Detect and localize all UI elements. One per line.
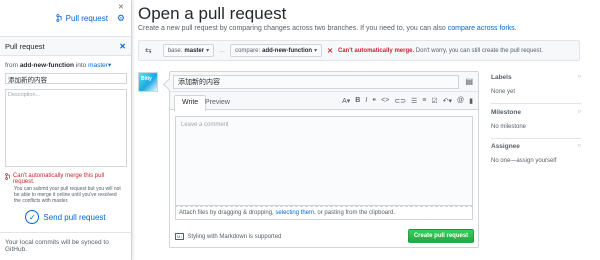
into-label: into xyxy=(75,62,87,69)
page-title: Open a pull request xyxy=(138,4,287,23)
from-label: from xyxy=(5,62,18,69)
compare-label: compare: xyxy=(235,47,261,54)
bold-icon[interactable]: B xyxy=(355,97,360,105)
swap-icon[interactable]: ⇆ xyxy=(145,46,152,55)
into-branch-select[interactable]: master xyxy=(88,62,108,69)
avatar: Bitly xyxy=(138,72,158,92)
attach-files-bar[interactable]: Attach files by dragging & dropping, sel… xyxy=(175,206,473,220)
chevron-down-icon: ▾ xyxy=(206,48,210,54)
side-panel-header: Pull request ✕ xyxy=(0,36,131,56)
attach-prefix: Attach files by dragging & dropping, xyxy=(179,210,274,216)
close-icon[interactable]: ✕ xyxy=(119,42,126,51)
gear-icon[interactable]: ⚙ xyxy=(117,13,125,24)
assignee-value[interactable]: No one—assign yourself xyxy=(491,158,581,164)
form-title-input[interactable] xyxy=(173,75,459,89)
milestone-title: Milestone xyxy=(491,109,521,116)
merge-warning-title: Can't automatically merge this pull requ… xyxy=(12,173,105,185)
merge-status: Can't automatically merge. Don't worry, … xyxy=(338,48,543,54)
bookmark-icon[interactable]: ▮ xyxy=(469,97,473,105)
attach-suffix: , or pasting from the clipboard. xyxy=(314,210,396,216)
form-title-bar: ▤ xyxy=(170,72,478,92)
milestone-section[interactable]: Milestone ○ No milestone xyxy=(491,109,581,139)
branch-line: from add-new-function into master▾ xyxy=(0,56,131,71)
markdown-icon: M↓ xyxy=(175,233,185,240)
tab-preview[interactable]: Preview xyxy=(198,96,237,111)
task-list-icon[interactable]: ☑ xyxy=(431,97,437,105)
code-icon[interactable]: <> xyxy=(381,97,389,105)
italic-icon[interactable]: I xyxy=(365,97,367,105)
merge-status-label: Can't automatically merge. xyxy=(338,47,415,54)
pull-request-icon xyxy=(5,173,10,180)
form-footer: M↓ Styling with Markdown is supported Cr… xyxy=(170,227,478,247)
labels-value: None yet xyxy=(491,89,516,95)
compare-bar: ⇆ base: master ▾ … compare: add-new-func… xyxy=(138,40,580,61)
divider xyxy=(491,138,581,139)
main-content: Open a pull request Create a new pull re… xyxy=(138,0,600,260)
avatar-text: Bitly xyxy=(141,76,152,82)
app-root: ✕ Pull request ⚙ Pull request ✕ from add… xyxy=(0,0,600,260)
link-icon[interactable]: ⊂⊃ xyxy=(394,97,406,105)
compare-value: add-new-function xyxy=(262,47,313,54)
merge-warning: Can't automatically merge this pull requ… xyxy=(0,170,131,185)
select-files-link[interactable]: selecting them xyxy=(275,210,314,216)
base-value: master xyxy=(184,47,205,54)
divider xyxy=(491,103,581,104)
sync-note: Your local commits will be synced to Git… xyxy=(0,232,131,259)
compare-forks-link[interactable]: compare across forks. xyxy=(448,25,517,32)
assignee-title: Assignee xyxy=(491,143,520,150)
compare-branch-select[interactable]: compare: add-new-function ▾ xyxy=(230,44,323,57)
reply-icon[interactable]: ↶▾ xyxy=(443,97,452,105)
markdown-note: M↓ Styling with Markdown is supported xyxy=(175,233,281,240)
pr-description-field[interactable]: Description... xyxy=(5,89,127,167)
editor-toolbar: A▾ B I ❝ <> ⊂⊃ ☰ ≡ ☑ ↶▾ @ ▮ xyxy=(342,97,473,105)
side-panel: ✕ Pull request ⚙ Pull request ✕ from add… xyxy=(0,0,132,260)
merge-status-note: Don't worry, you can still create the pu… xyxy=(415,47,543,54)
markdown-note-text[interactable]: Styling with Markdown is supported xyxy=(187,234,281,240)
assignee-section[interactable]: Assignee ○ No one—assign yourself xyxy=(491,143,581,164)
side-panel-title: Pull request xyxy=(5,41,45,51)
labels-section[interactable]: Labels ○ None yet xyxy=(491,74,581,104)
x-icon: ✕ xyxy=(327,47,333,55)
comment-textarea[interactable]: Leave a comment xyxy=(175,116,473,206)
chevron-down-icon[interactable]: ▾ xyxy=(108,62,111,69)
check-icon: ✓ xyxy=(25,210,40,224)
gear-icon[interactable]: ○ xyxy=(577,143,581,150)
send-label: Send pull request xyxy=(43,212,106,222)
labels-title: Labels xyxy=(491,74,512,81)
gear-icon[interactable]: ○ xyxy=(577,109,581,116)
bullet-list-icon[interactable]: ☰ xyxy=(411,97,417,105)
create-pull-request-button[interactable]: Create pull request xyxy=(408,229,474,243)
pull-request-tab[interactable]: Pull request xyxy=(66,14,108,23)
base-branch-select[interactable]: base: master ▾ xyxy=(162,44,215,57)
quote-icon[interactable]: ❝ xyxy=(372,97,376,105)
pr-title-field[interactable] xyxy=(5,73,127,84)
send-pull-request-button[interactable]: ✓ Send pull request xyxy=(0,210,131,224)
side-top-bar: ✕ Pull request ⚙ xyxy=(0,0,131,36)
milestone-value: No milestone xyxy=(491,124,527,130)
editor-tabs: Write Preview A▾ B I ❝ <> ⊂⊃ ☰ ≡ ☑ ↶▾ @ … xyxy=(170,92,478,111)
gear-icon[interactable]: ○ xyxy=(577,74,581,81)
from-branch: add-new-function xyxy=(19,62,74,69)
subtitle-text: Create a new pull request by comparing c… xyxy=(138,25,446,32)
ellipsis: … xyxy=(219,47,226,54)
mention-icon[interactable]: @ xyxy=(457,97,464,105)
chevron-down-icon: ▾ xyxy=(314,48,318,54)
pull-request-form: ▤ Write Preview A▾ B I ❝ <> ⊂⊃ ☰ ≡ ☑ ↶▾ … xyxy=(169,71,479,248)
base-label: base: xyxy=(167,47,183,54)
merge-warning-detail: You can submit your pull request but you… xyxy=(14,186,121,204)
header-text-icon[interactable]: A▾ xyxy=(342,97,350,105)
pull-request-icon xyxy=(56,14,62,22)
close-icon[interactable]: ✕ xyxy=(118,3,124,11)
numbered-list-icon[interactable]: ≡ xyxy=(422,97,426,105)
document-icon[interactable]: ▤ xyxy=(465,77,473,86)
page-subtitle: Create a new pull request by comparing c… xyxy=(138,25,517,32)
